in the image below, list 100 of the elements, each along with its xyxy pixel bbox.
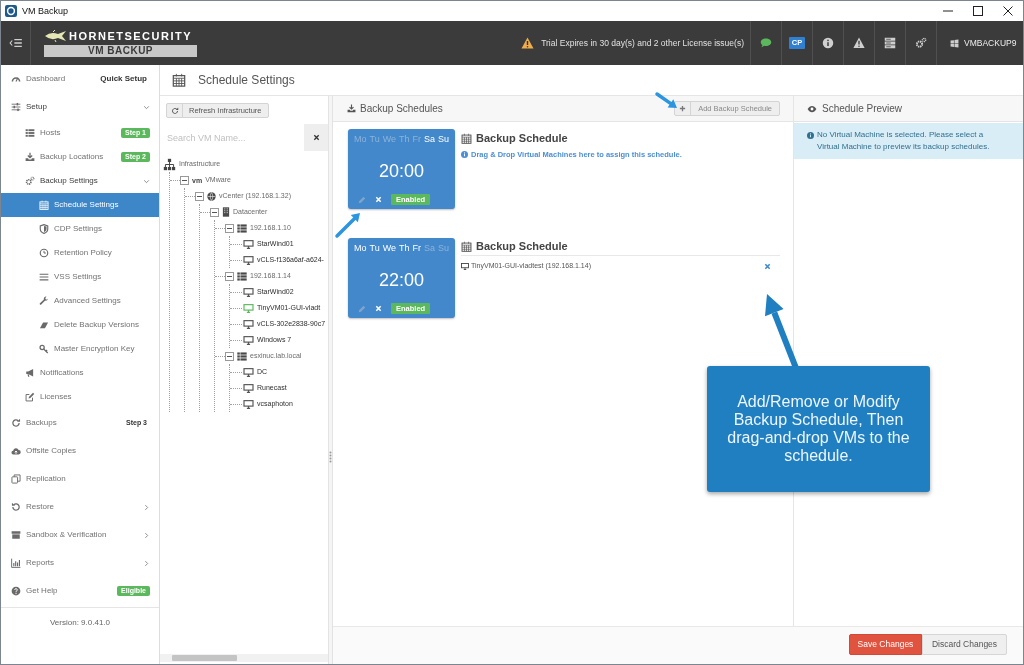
- server-list-icon: [237, 351, 247, 361]
- weekday: We: [382, 242, 396, 256]
- sidebar-item[interactable]: Schedule Settings: [1, 193, 159, 217]
- sidebar-item[interactable]: Reports: [1, 549, 159, 577]
- list-icon: [25, 128, 35, 138]
- calendar-icon: [461, 241, 472, 252]
- windows-icon: [950, 38, 959, 48]
- server-icon[interactable]: [884, 37, 896, 49]
- close-icon: [312, 134, 320, 141]
- sidebar-item[interactable]: Sandbox & Verification: [1, 521, 159, 549]
- panel-title: Backup Schedules: [360, 102, 443, 116]
- product-name: VM BACKUP: [44, 44, 197, 57]
- license-warning[interactable]: Trial Expires in 30 day(s) and 2 other License issue(s): [541, 36, 744, 50]
- info-icon: [461, 151, 468, 159]
- action-button[interactable]: Discard Changes: [922, 634, 1007, 655]
- tree-toggle[interactable]: [195, 191, 204, 201]
- building-icon: [222, 207, 230, 217]
- shortcut-link[interactable]: Quick Setup: [100, 73, 147, 85]
- delete-icon[interactable]: [375, 305, 382, 312]
- plus-icon: [679, 105, 687, 112]
- horizontal-scrollbar[interactable]: [160, 654, 328, 662]
- key-icon: [39, 344, 49, 354]
- calendar-icon: [172, 73, 186, 87]
- warning-icon[interactable]: [853, 37, 865, 49]
- copy-icon: [11, 474, 21, 484]
- help-icon: [11, 586, 21, 596]
- monitor-icon: [461, 262, 469, 270]
- download-icon: [347, 104, 356, 113]
- chevron-right-icon[interactable]: [143, 531, 150, 539]
- megaphone-icon: [25, 368, 35, 378]
- weekday: Th: [399, 133, 410, 147]
- weekday: Fr: [412, 133, 421, 147]
- delete-icon[interactable]: [375, 196, 382, 203]
- lines-icon: [39, 272, 49, 282]
- sidebar-item[interactable]: Licenses: [1, 385, 159, 409]
- weekday: Tu: [369, 242, 380, 256]
- gauge-icon: [11, 74, 21, 84]
- tree-toggle[interactable]: [225, 351, 234, 361]
- weekday: Th: [399, 242, 410, 256]
- machine-name[interactable]: VMBACKUP9: [964, 36, 1017, 50]
- tree-toggle[interactable]: [180, 175, 189, 185]
- calendar-icon: [39, 200, 49, 210]
- gears-icon[interactable]: [915, 37, 927, 49]
- weekday: Mo: [353, 242, 367, 256]
- info-icon[interactable]: [822, 37, 834, 49]
- server-list-icon: [237, 271, 247, 281]
- download-icon: [25, 152, 35, 162]
- tree-toggle[interactable]: [225, 271, 234, 281]
- network-icon: [163, 157, 176, 171]
- shield-icon: [39, 224, 49, 234]
- sidebar-item[interactable]: Setup: [1, 93, 159, 121]
- chevron-right-icon[interactable]: [143, 559, 150, 567]
- grip-icon: [329, 451, 332, 463]
- menu-icon[interactable]: [8, 38, 23, 48]
- sidebar-item[interactable]: Retention Policy: [1, 241, 159, 265]
- schedule-title: Backup Schedule: [476, 239, 568, 255]
- tree-toggle[interactable]: [225, 223, 234, 233]
- clock-icon: [39, 248, 49, 258]
- server-list-icon: [237, 223, 247, 233]
- clear-search-button[interactable]: [304, 124, 328, 151]
- chevron-down-icon[interactable]: [143, 177, 150, 185]
- weekday: Su: [438, 242, 450, 256]
- maximize-icon[interactable]: [973, 6, 983, 16]
- chevron-down-icon[interactable]: [143, 103, 150, 111]
- alert-message: No Virtual Machine is selected. Please select a Virtual Machine to preview its backup schedules.: [817, 129, 991, 153]
- sidebar-item[interactable]: Replication: [1, 465, 159, 493]
- callout: Add/Remove or Modify Backup Schedule, Then drag-and-drop VMs to the schedule.: [707, 366, 930, 492]
- edit-icon: [25, 392, 35, 402]
- cloud-upload-icon: [11, 446, 21, 456]
- sidebar-item[interactable]: CDP Settings: [1, 217, 159, 241]
- sidebar-item[interactable]: Notifications: [1, 361, 159, 385]
- archive-icon: [11, 530, 21, 540]
- sidebar-item[interactable]: Dashboard Quick Setup: [1, 65, 159, 93]
- chevron-right-icon[interactable]: [143, 503, 150, 511]
- schedule-time: 20:00: [378, 161, 424, 181]
- wrench-icon: [39, 296, 49, 306]
- remove-icon[interactable]: [764, 262, 771, 270]
- sidebar-item[interactable]: Master Encryption Key: [1, 337, 159, 361]
- weekday: Mo: [353, 133, 367, 147]
- sidebar-item[interactable]: Offsite Copies: [1, 437, 159, 465]
- sidebar-item[interactable]: Restore: [1, 493, 159, 521]
- chat-icon[interactable]: [760, 37, 772, 49]
- info-icon: [807, 131, 814, 139]
- close-icon[interactable]: [1003, 6, 1013, 16]
- brand-name: HORNETSECURITY: [69, 29, 193, 43]
- weekday: We: [382, 133, 396, 147]
- sidebar-item[interactable]: Delete Backup Versions: [1, 313, 159, 337]
- action-button[interactable]: Save Changes: [849, 634, 922, 655]
- sidebar-item[interactable]: Backup Settings: [1, 169, 159, 193]
- weekday: Su: [438, 133, 450, 147]
- sidebar-item[interactable]: Advanced Settings: [1, 289, 159, 313]
- sidebar-item[interactable]: VSS Settings: [1, 265, 159, 289]
- window-title: VM Backup: [22, 5, 69, 17]
- undo-icon: [11, 502, 21, 512]
- tree-toggle[interactable]: [210, 207, 219, 217]
- calendar-icon: [461, 132, 472, 144]
- weekday: Sa: [424, 133, 435, 147]
- weekday: Fr: [412, 242, 421, 256]
- app-icon: [5, 5, 17, 17]
- hornet-logo-icon: [44, 30, 68, 42]
